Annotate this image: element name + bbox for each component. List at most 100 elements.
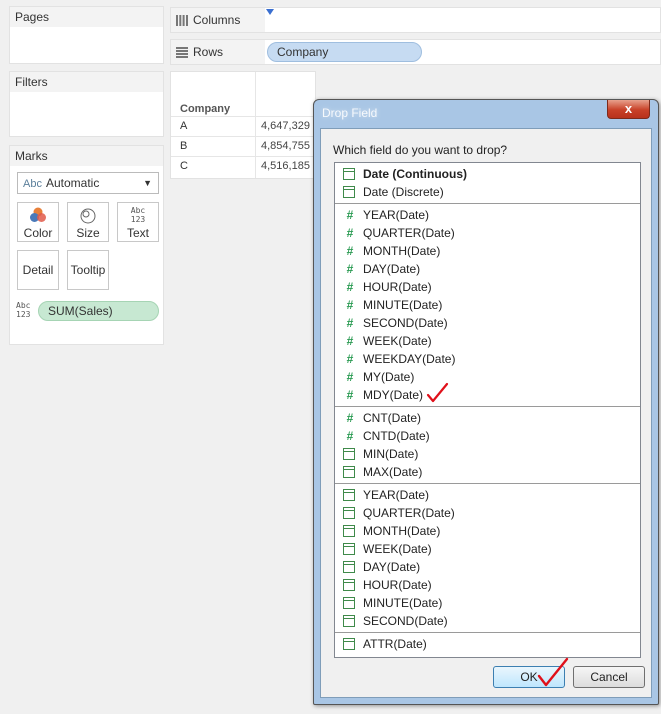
list-item[interactable]: SECOND(Date) <box>343 612 448 630</box>
list-separator <box>335 406 640 407</box>
size-button[interactable]: Size <box>67 202 109 242</box>
list-item[interactable]: # CNTD(Date) <box>343 427 430 445</box>
list-item[interactable]: # YEAR(Date) <box>343 206 429 224</box>
hash-icon: # <box>346 429 354 443</box>
list-item[interactable]: MONTH(Date) <box>343 522 440 540</box>
list-item[interactable]: # MINUTE(Date) <box>343 296 443 314</box>
list-item[interactable]: Date (Continuous) <box>343 165 467 183</box>
size-icon <box>68 206 108 226</box>
list-item[interactable]: # WEEK(Date) <box>343 332 432 350</box>
row-value: 4,647,329 <box>261 120 310 132</box>
hash-icon: # <box>346 280 354 294</box>
list-item[interactable]: # MY(Date) <box>343 368 415 386</box>
drop-indicator-icon <box>266 9 274 15</box>
text-button[interactable]: Abc 123 Text <box>117 202 159 242</box>
color-button[interactable]: Color <box>17 202 59 242</box>
rows-icon <box>176 47 188 58</box>
list-separator <box>335 203 640 204</box>
table-row[interactable]: B 4,854,755 <box>171 136 315 156</box>
list-item[interactable]: DAY(Date) <box>343 558 420 576</box>
list-item[interactable]: ATTR(Date) <box>343 635 427 653</box>
cancel-button[interactable]: Cancel <box>573 666 645 688</box>
tooltip-button[interactable]: Tooltip <box>67 250 109 290</box>
calendar-icon <box>343 638 355 650</box>
rows-shelf[interactable]: Rows Company <box>170 39 661 65</box>
calendar-icon <box>343 597 355 609</box>
hash-icon: # <box>346 352 354 366</box>
list-separator <box>335 483 640 484</box>
list-item[interactable]: Date (Discrete) <box>343 183 444 201</box>
hash-icon: # <box>346 334 354 348</box>
row-key: B <box>180 140 188 152</box>
list-item-label: SECOND(Date) <box>363 614 448 628</box>
list-item[interactable]: WEEK(Date) <box>343 540 432 558</box>
list-separator <box>335 632 640 633</box>
filters-card[interactable]: Filters <box>9 71 164 137</box>
marks-card: Marks Abc Automatic ▼ Color Size Abc 123 T… <box>9 145 164 345</box>
row-value: 4,516,185 <box>261 160 310 172</box>
detail-button[interactable]: Detail <box>17 250 59 290</box>
list-item-label: MINUTE(Date) <box>363 596 443 610</box>
list-item[interactable]: MIN(Date) <box>343 445 418 463</box>
hash-icon: # <box>346 316 354 330</box>
calendar-icon <box>343 579 355 591</box>
hash-icon: # <box>346 244 354 258</box>
tooltip-label: Tooltip <box>70 263 106 277</box>
table-row[interactable]: A 4,647,329 <box>171 116 315 136</box>
list-item-label: WEEKDAY(Date) <box>363 352 456 366</box>
size-label: Size <box>76 226 100 240</box>
list-item[interactable]: HOUR(Date) <box>343 576 432 594</box>
row-value: 4,854,755 <box>261 140 310 152</box>
list-item-label: MINUTE(Date) <box>363 298 443 312</box>
color-icon <box>18 206 58 226</box>
field-list[interactable]: Date (Continuous) Date (Discrete) # YEAR(Da… <box>334 162 641 658</box>
dialog-body: Which field do you want to drop? Date (C… <box>320 128 652 698</box>
columns-shelf[interactable]: Columns <box>170 7 661 33</box>
list-item-label: Date (Continuous) <box>363 167 467 181</box>
list-item[interactable]: # DAY(Date) <box>343 260 420 278</box>
list-item[interactable]: # MONTH(Date) <box>343 242 441 260</box>
list-item[interactable]: # WEEKDAY(Date) <box>343 350 456 368</box>
checkmark-icon <box>537 657 569 687</box>
row-key: C <box>180 160 188 172</box>
hash-icon: # <box>346 226 354 240</box>
list-item[interactable]: # HOUR(Date) <box>343 278 432 296</box>
calendar-icon <box>343 489 355 501</box>
filters-title: Filters <box>10 72 163 92</box>
drop-field-dialog: Drop Field x Which field do you want to … <box>313 99 659 705</box>
pages-card[interactable]: Pages <box>9 6 164 64</box>
hash-icon: # <box>346 411 354 425</box>
calendar-icon <box>343 615 355 627</box>
company-header: Company <box>180 103 231 115</box>
list-item[interactable]: # MDY(Date) <box>343 386 423 404</box>
columns-shelf-label: Columns <box>171 8 265 32</box>
marks-title: Marks <box>10 146 163 166</box>
checkmark-icon <box>426 382 449 403</box>
list-item[interactable]: QUARTER(Date) <box>343 504 455 522</box>
hash-icon: # <box>346 262 354 276</box>
list-item-label: WEEK(Date) <box>363 542 432 556</box>
company-pill[interactable]: Company <box>267 42 422 62</box>
text-icon: Abc 123 <box>130 206 146 224</box>
list-item[interactable]: # CNT(Date) <box>343 409 421 427</box>
close-icon: x <box>624 101 633 116</box>
list-item[interactable]: YEAR(Date) <box>343 486 429 504</box>
text-label: Text <box>126 226 149 240</box>
sum-sales-mark[interactable]: Abc 123 SUM(Sales) <box>16 301 162 321</box>
list-item-label: QUARTER(Date) <box>363 226 455 240</box>
list-item-label: DAY(Date) <box>363 262 421 276</box>
hash-icon: # <box>346 298 354 312</box>
list-item[interactable]: # SECOND(Date) <box>343 314 448 332</box>
abc-icon: Abc <box>23 178 42 190</box>
list-item-label: MY(Date) <box>363 370 415 384</box>
list-item-label: Date (Discrete) <box>363 185 444 199</box>
list-item[interactable]: # QUARTER(Date) <box>343 224 455 242</box>
table-row[interactable]: C 4,516,185 <box>171 156 315 176</box>
list-item[interactable]: MAX(Date) <box>343 463 422 481</box>
row-key: A <box>180 120 188 132</box>
list-item-label: MONTH(Date) <box>363 244 441 258</box>
sum-sales-pill[interactable]: SUM(Sales) <box>38 301 159 321</box>
close-button[interactable]: x <box>607 100 650 119</box>
list-item[interactable]: MINUTE(Date) <box>343 594 442 612</box>
mark-type-dropdown[interactable]: Abc Automatic ▼ <box>17 172 159 194</box>
